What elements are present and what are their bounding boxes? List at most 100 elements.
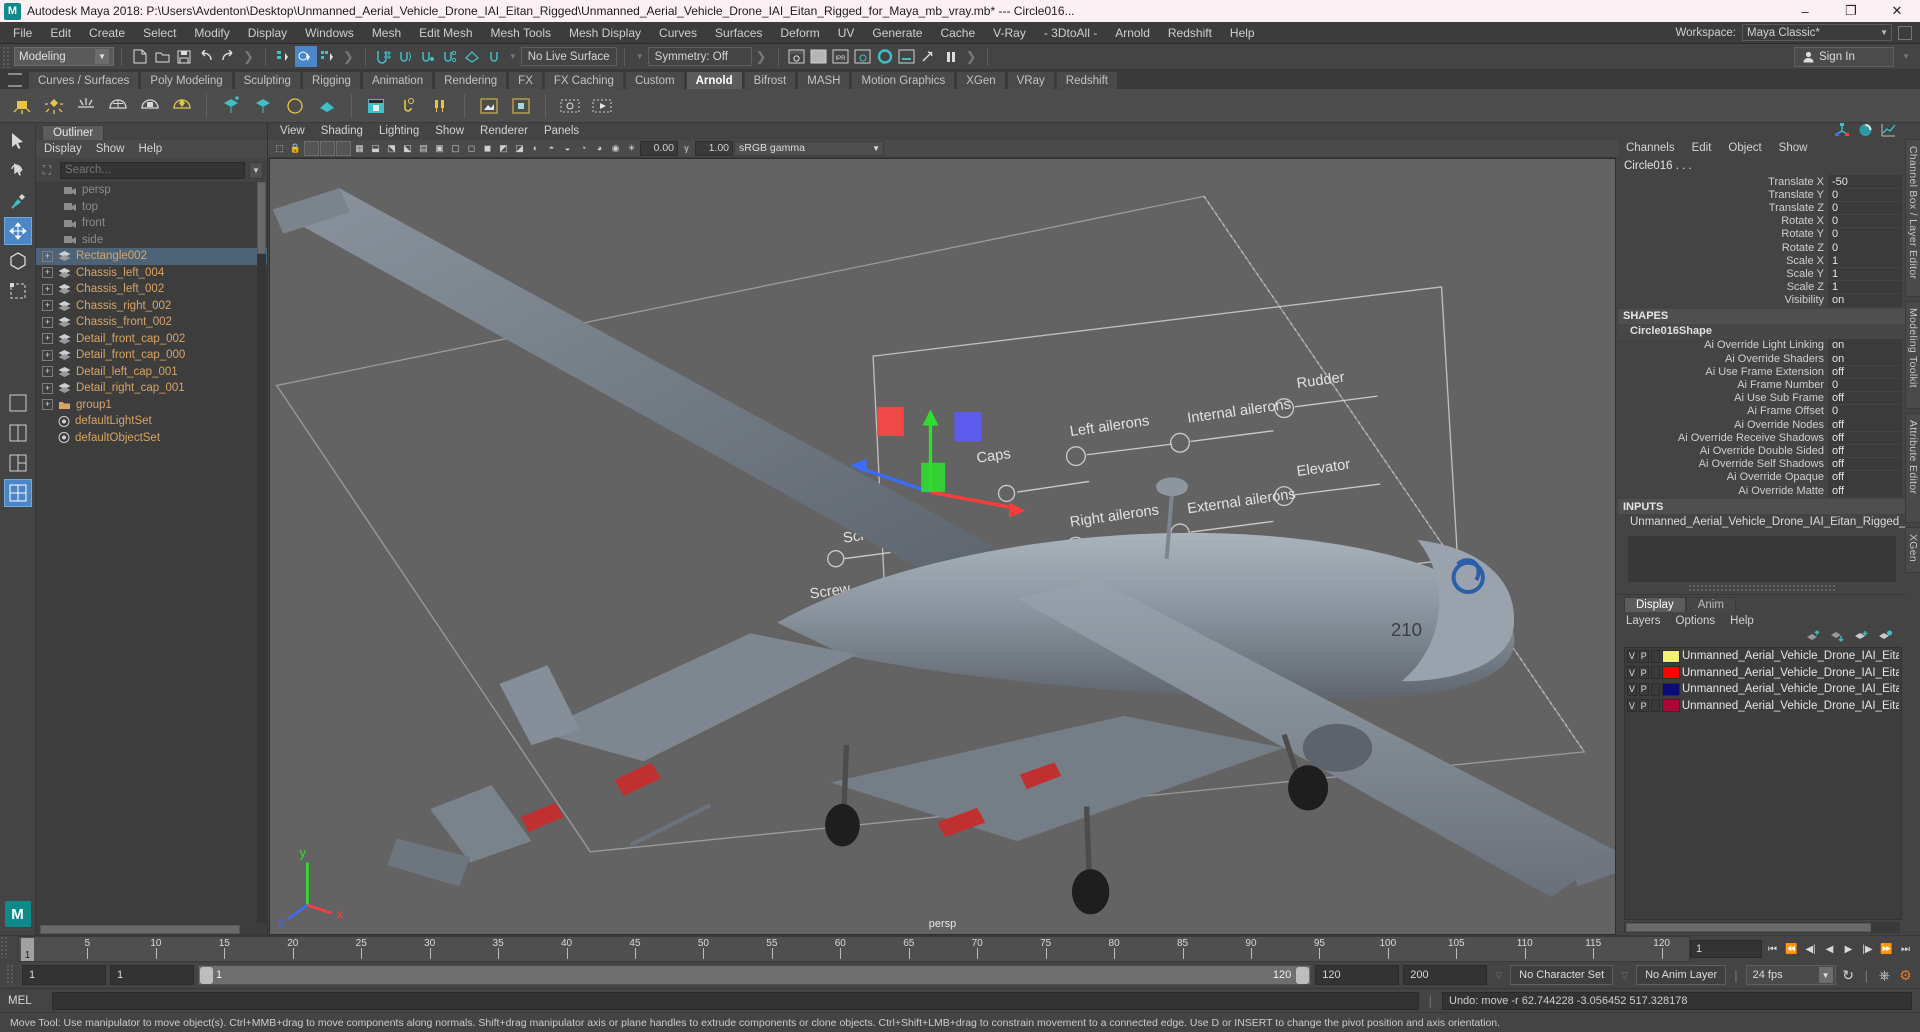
safe-action-icon[interactable]: ▣ (432, 141, 447, 156)
create-empty-layer-icon[interactable] (1854, 630, 1868, 645)
layer-color-swatch[interactable] (1662, 666, 1680, 680)
outliner-item-side[interactable]: side (36, 232, 267, 249)
fps-dropdown[interactable]: 24 fps ▼ (1745, 965, 1836, 986)
arnold-point-light-icon[interactable] (40, 92, 68, 120)
menu-item-generate[interactable]: Generate (863, 22, 931, 44)
loop-playback-icon[interactable]: ↻ (1840, 966, 1857, 984)
menu-item-mesh-display[interactable]: Mesh Display (560, 22, 650, 44)
channel-row-rotate-y[interactable]: Rotate Y 0 (1618, 228, 1906, 241)
layer-row[interactable]: V P Unmanned_Aerial_Vehicle_Drone_IAI_Ei… (1625, 648, 1901, 664)
channel-row-visibility[interactable]: Visibility on (1618, 294, 1906, 307)
select-by-component-type-icon[interactable] (317, 46, 339, 67)
outliner-item-front[interactable]: front (36, 215, 267, 232)
menu-item-edit-mesh[interactable]: Edit Mesh (410, 22, 481, 44)
minimize-button[interactable]: – (1782, 0, 1828, 22)
go-to-end-icon[interactable]: ⏭ (1897, 940, 1914, 958)
outliner-tree[interactable]: persp top front side + Rectangle002 + Ch… (36, 182, 267, 924)
pause-icon[interactable] (940, 46, 962, 67)
shadows-icon[interactable]: ◓ (544, 141, 559, 156)
arnold-area-light-icon[interactable] (8, 92, 36, 120)
playback-start-field[interactable]: 1 (110, 965, 194, 986)
shelf-tab-custom[interactable]: Custom (624, 71, 685, 89)
layer-list[interactable]: V P Unmanned_Aerial_Vehicle_Drone_IAI_Ei… (1624, 647, 1902, 921)
menu-item-arnold[interactable]: Arnold (1106, 22, 1159, 44)
paint-select-tool-icon[interactable] (4, 187, 32, 215)
shelf-tab-vray[interactable]: VRay (1006, 71, 1055, 89)
exposure-value[interactable]: 0.00 (640, 140, 678, 156)
arnold-sky-icon[interactable] (313, 92, 341, 120)
layout-four-pane-icon[interactable] (3, 479, 32, 507)
field-chart-icon[interactable]: ▤ (416, 141, 431, 156)
expand-icon[interactable]: + (42, 399, 53, 411)
expand-icon[interactable]: + (42, 283, 53, 295)
channel-row-scale-y[interactable]: Scale Y 1 (1618, 267, 1906, 281)
two-d-pan-zoom-icon[interactable] (336, 140, 351, 156)
outliner-vertical-scrollbar[interactable] (257, 182, 266, 924)
layer-color-swatch[interactable] (1662, 682, 1680, 696)
menu-item-file[interactable]: File (4, 22, 41, 44)
rotate-tool-icon[interactable] (4, 247, 32, 275)
channel-row-translate-y[interactable]: Translate Y 0 (1618, 188, 1906, 202)
ambient-occlusion-icon[interactable]: ◒ (560, 141, 575, 156)
workspace-dropdown[interactable]: Maya Classic* ▼ (1742, 24, 1892, 41)
menu-item-edit[interactable]: Edit (41, 22, 80, 44)
channel-row-ai-use-sub-frame[interactable]: Ai Use Sub Frame off (1618, 391, 1906, 405)
vertical-tab-xgen[interactable]: XGen (1905, 527, 1920, 573)
camera-attributes-icon[interactable] (304, 140, 319, 156)
viewport-menu-renderer[interactable]: Renderer (480, 125, 528, 137)
channel-row-translate-z[interactable]: Translate Z 0 (1618, 201, 1906, 215)
animation-start-field[interactable]: 1 (22, 965, 106, 986)
channel-value[interactable]: off (1828, 391, 1902, 405)
panel-resize-handle[interactable] (1688, 584, 1836, 593)
channel-row-ai-override-matte[interactable]: Ai Override Matte off (1618, 484, 1906, 497)
lasso-tool-icon[interactable] (4, 157, 32, 185)
perspective-viewport[interactable]: Rudder Elevator Left ailerons Internal a… (269, 157, 1616, 936)
channel-value[interactable]: 1 (1828, 254, 1902, 267)
channel-row-ai-use-frame-extension[interactable]: Ai Use Frame Extension off (1618, 365, 1906, 379)
layer-row[interactable]: V P Unmanned_Aerial_Vehicle_Drone_IAI_Ei… (1625, 681, 1901, 698)
layer-display-type-toggle[interactable] (1650, 649, 1661, 663)
outliner-tab[interactable]: Outliner (42, 125, 105, 140)
arnold-render-view-icon[interactable] (362, 92, 390, 120)
layer-color-swatch[interactable] (1662, 649, 1680, 663)
film-gate-icon[interactable]: ⬓ (368, 141, 383, 156)
outliner-horizontal-scrollbar[interactable] (36, 923, 267, 936)
channel-value[interactable]: 0 (1828, 405, 1902, 418)
channel-value[interactable]: on (1828, 352, 1902, 365)
outliner-menu-help[interactable]: Help (139, 143, 163, 155)
save-scene-icon[interactable] (173, 46, 195, 67)
render-setup-icon[interactable] (896, 46, 918, 67)
chevron-down-icon[interactable]: ▼ (249, 161, 263, 179)
expand-icon[interactable]: + (42, 267, 53, 279)
new-scene-icon[interactable] (129, 46, 151, 67)
viewport-menu-view[interactable]: View (280, 125, 305, 137)
layer-display-type-toggle[interactable] (1650, 666, 1661, 680)
current-time-indicator[interactable]: 1 (21, 938, 34, 962)
layout-single-icon[interactable] (4, 389, 32, 417)
move-layer-up-icon[interactable] (1806, 630, 1820, 645)
shelf-tab-redshift[interactable]: Redshift (1055, 71, 1118, 89)
step-forward-key-icon[interactable]: ⏩ (1878, 940, 1895, 958)
arnold-mesh-light-icon[interactable] (136, 92, 164, 120)
layer-list-horizontal-scrollbar[interactable] (1624, 922, 1900, 934)
auto-keyframe-icon[interactable]: ⎈ (1876, 966, 1893, 984)
scrollbar-thumb[interactable] (1626, 923, 1871, 933)
channel-row-ai-override-self-shadows[interactable]: Ai Override Self Shadows off (1618, 457, 1906, 471)
outliner-item-rectangle002[interactable]: + Rectangle002 (36, 248, 267, 265)
outliner-item-group1[interactable]: + group1 (36, 397, 267, 414)
channel-box-attribute-list[interactable]: Translate X -50 Translate Y 0 Translate Z 0… (1618, 175, 1906, 594)
channel-value[interactable]: 0 (1828, 201, 1902, 215)
layout-three-pane-icon[interactable] (4, 449, 32, 477)
range-start-handle[interactable] (200, 966, 213, 984)
close-button[interactable]: ✕ (1874, 0, 1920, 22)
command-language-label[interactable]: MEL (8, 995, 46, 1007)
channel-value[interactable]: off (1828, 457, 1902, 471)
range-grip[interactable] (6, 964, 15, 987)
menu-item-display[interactable]: Display (239, 22, 296, 44)
menu-item-windows[interactable]: Windows (296, 22, 363, 44)
lock-camera-icon[interactable]: 🔒 (288, 141, 303, 156)
outliner-item-chassis-right-002[interactable]: + Chassis_right_002 (36, 298, 267, 315)
shelf-tab-fx-caching[interactable]: FX Caching (543, 71, 624, 89)
arnold-skydome-light-icon[interactable] (104, 92, 132, 120)
channel-value[interactable]: 1 (1828, 267, 1902, 281)
